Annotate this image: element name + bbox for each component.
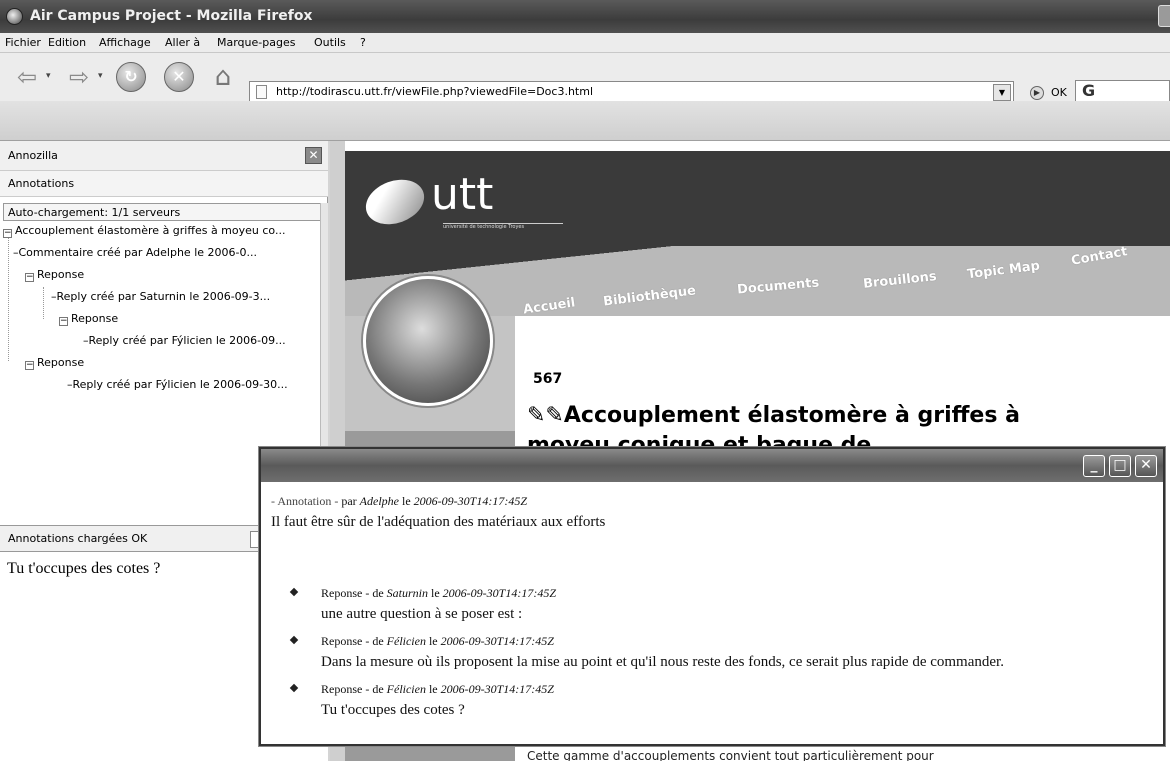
- tree-item-document[interactable]: − Accouplement élastomère à griffes à moy…: [3, 224, 285, 238]
- collapse-icon[interactable]: −: [3, 229, 12, 238]
- comment-text: Tu t'occupes des cotes ?: [7, 560, 161, 577]
- annotation-meta: - Annotation - par Adelphe le 2006-09-30…: [271, 494, 527, 508]
- annotation-date: 2006-09-30T14:17:45Z: [413, 494, 527, 508]
- menu-aller[interactable]: Aller à: [165, 36, 200, 49]
- menu-outils[interactable]: Outils: [314, 36, 346, 49]
- bullet-icon: [289, 635, 299, 645]
- bookmarks-strip: [0, 101, 1170, 141]
- tree-item-reponse[interactable]: − Reponse: [25, 356, 84, 370]
- forward-arrow-icon[interactable]: ⇨: [64, 63, 94, 91]
- collapse-icon[interactable]: −: [59, 317, 68, 326]
- pencil-icon: ✎✎: [527, 403, 564, 428]
- bullet-icon: [289, 587, 299, 597]
- logo-subtitle: université de technologie Troyes: [443, 223, 563, 231]
- collapse-icon[interactable]: −: [25, 273, 34, 282]
- menu-bar: Fichier Edition Affichage Aller à Marque…: [0, 33, 1170, 53]
- go-button[interactable]: OK: [1051, 86, 1067, 99]
- back-arrow-icon[interactable]: ⇦: [12, 63, 42, 91]
- popup-title-bar[interactable]: _ □ ✕: [261, 449, 1163, 482]
- page-icon: [256, 85, 267, 99]
- document-number: 567: [533, 371, 563, 387]
- reply-text: Dans la mesure où ils proposent la mise …: [321, 654, 1004, 670]
- back-dropdown-icon[interactable]: ▾: [46, 71, 51, 81]
- maximize-icon[interactable]: □: [1109, 455, 1131, 477]
- tree-item-reply[interactable]: –Reply créé par Saturnin le 2006-09-3...: [51, 290, 270, 303]
- logo-text: utt: [431, 169, 494, 220]
- forward-dropdown-icon[interactable]: ▾: [98, 71, 103, 81]
- tree-item-reply[interactable]: –Reply créé par Fýlicien le 2006-09...: [83, 334, 286, 347]
- annotations-section-label: Annotations: [0, 171, 328, 197]
- tree-item-reponse[interactable]: − Reponse: [25, 268, 84, 282]
- popup-body: - Annotation - par Adelphe le 2006-09-30…: [261, 482, 1163, 744]
- status-text: Annotations chargées OK: [8, 532, 148, 545]
- reply-text: Tu t'occupes des cotes ?: [321, 702, 465, 718]
- lab-photo: [363, 276, 493, 406]
- reply-text: une autre question à se poser est :: [321, 606, 523, 622]
- tree-item-reply[interactable]: –Reply créé par Fýlicien le 2006-09-30..…: [67, 378, 288, 391]
- window-title: Air Campus Project - Mozilla Firefox: [30, 8, 313, 24]
- minimize-button[interactable]: [1158, 5, 1170, 27]
- tree-item-comment[interactable]: –Commentaire créé par Adelphe le 2006-0.…: [13, 246, 257, 259]
- tree-header: Auto-chargement: 1/1 serveurs: [3, 203, 321, 221]
- firefox-icon: [6, 8, 23, 25]
- url-bar[interactable]: http://todirascu.utt.fr/viewFile.php?vie…: [249, 81, 1014, 103]
- document-body-text: Cette gamme d'accouplements convient tou…: [527, 749, 934, 761]
- menu-edition[interactable]: Edition: [48, 36, 86, 49]
- go-icon[interactable]: ▶: [1030, 86, 1044, 100]
- annotation-popup: _ □ ✕ - Annotation - par Adelphe le 2006…: [259, 447, 1165, 746]
- reply-item: Reponse - de Félicien le 2006-09-30T14:1…: [289, 682, 1151, 722]
- close-sidebar-icon[interactable]: ✕: [305, 147, 322, 164]
- firefox-window: Air Campus Project - Mozilla Firefox Fic…: [0, 0, 1170, 761]
- stop-icon[interactable]: ✕: [164, 62, 194, 92]
- tree-item-reponse[interactable]: − Reponse: [59, 312, 118, 326]
- reply-item: Reponse - de Saturnin le 2006-09-30T14:1…: [289, 586, 1151, 626]
- reload-icon[interactable]: ↻: [116, 62, 146, 92]
- annotation-text: Il faut être sûr de l'adéquation des mat…: [271, 514, 606, 530]
- menu-fichier[interactable]: Fichier: [5, 36, 41, 49]
- annotation-author: Adelphe: [359, 494, 399, 508]
- menu-help[interactable]: ?: [360, 36, 366, 49]
- google-search-icon: G: [1082, 81, 1096, 100]
- utt-logo-icon: [359, 172, 431, 232]
- minimize-icon[interactable]: _: [1083, 455, 1105, 477]
- reply-item: Reponse - de Félicien le 2006-09-30T14:1…: [289, 634, 1151, 674]
- bullet-icon: [289, 683, 299, 693]
- collapse-icon[interactable]: −: [25, 361, 34, 370]
- title-bar[interactable]: Air Campus Project - Mozilla Firefox: [0, 0, 1170, 33]
- url-text: http://todirascu.utt.fr/viewFile.php?vie…: [276, 85, 593, 98]
- sidebar-title: Annozilla: [8, 149, 58, 162]
- sidebar-header: Annozilla: [0, 141, 328, 171]
- close-icon[interactable]: ✕: [1135, 455, 1157, 477]
- menu-affichage[interactable]: Affichage: [99, 36, 151, 49]
- url-dropdown-icon[interactable]: ▼: [993, 84, 1011, 101]
- menu-marque-pages[interactable]: Marque-pages: [217, 36, 295, 49]
- home-icon[interactable]: ⌂: [208, 62, 238, 92]
